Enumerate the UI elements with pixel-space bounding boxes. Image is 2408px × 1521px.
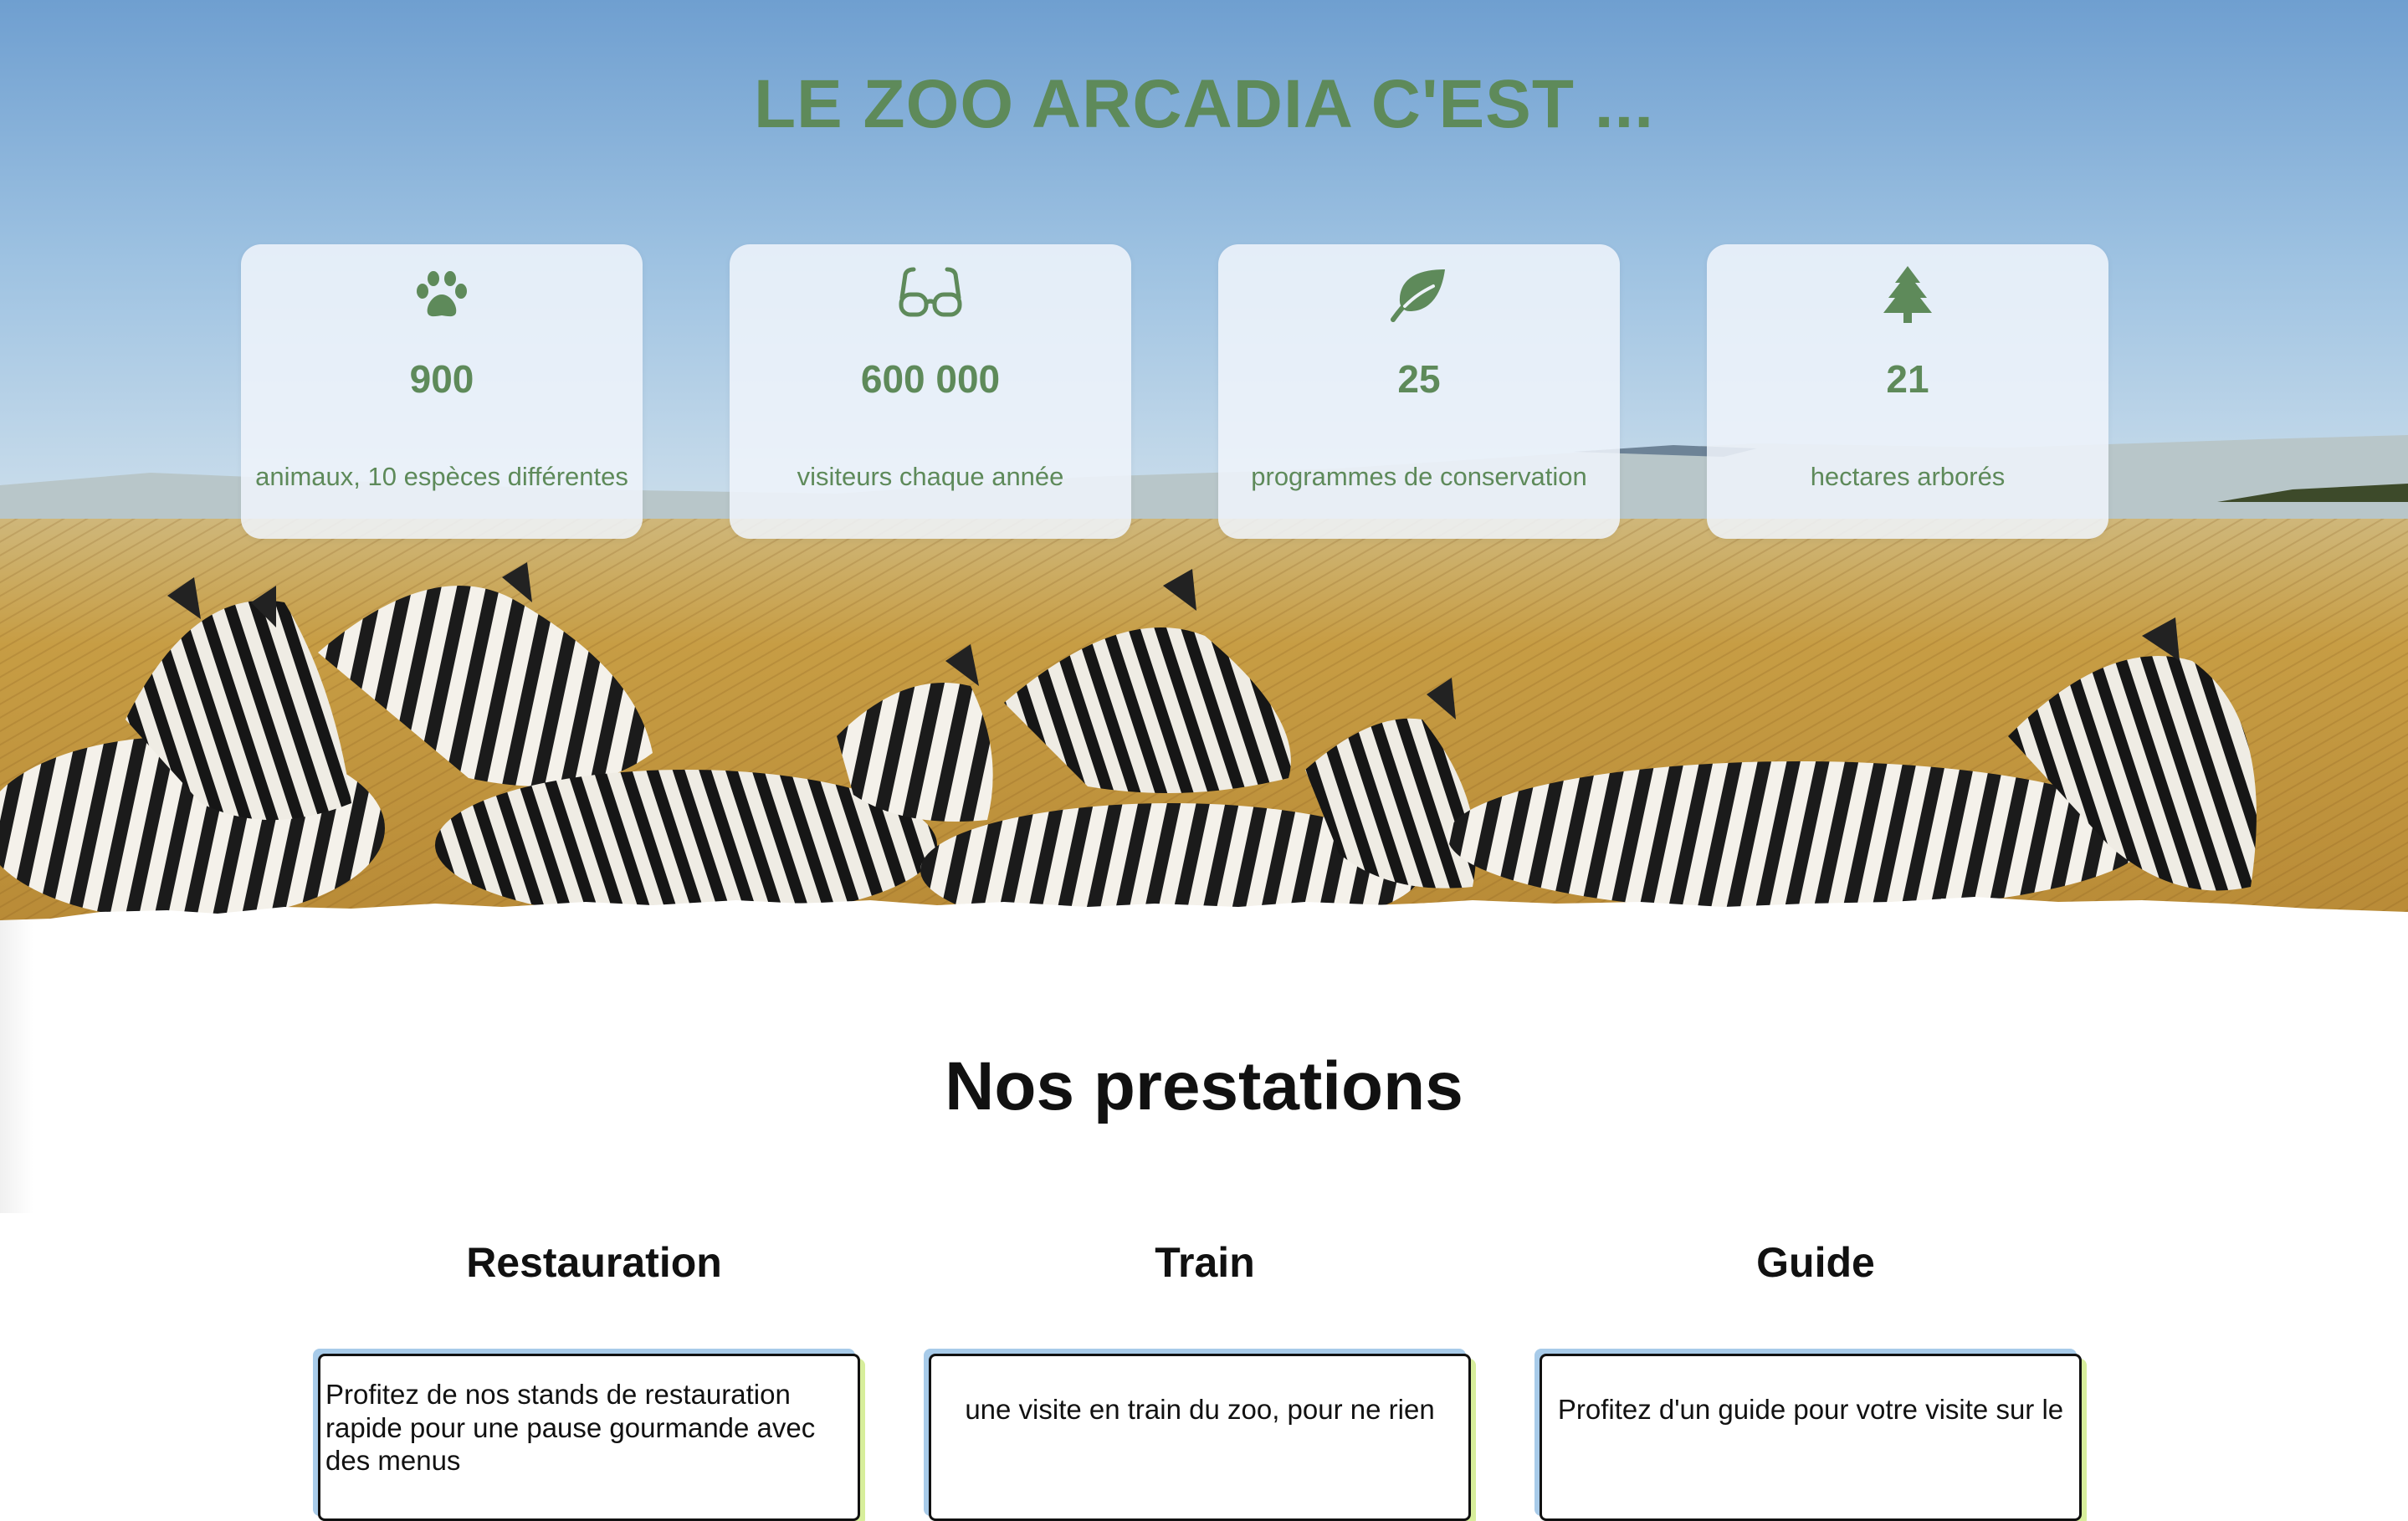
glasses-icon: [730, 264, 1131, 326]
torn-paper-edge: [0, 897, 2408, 937]
stat-card-conservation: 25 programmes de conservation: [1218, 244, 1620, 539]
service-restauration: Restauration Profitez de nos stands de r…: [318, 1238, 870, 1521]
stat-value: 21: [1886, 357, 1929, 401]
stat-card-animals: 900 animaux, 10 espèces différentes: [241, 244, 643, 539]
stat-value: 900: [409, 357, 474, 401]
hero-section: LE ZOO ARCADIA C'EST ... 900 animaux, 10…: [0, 0, 2408, 937]
service-name: Guide: [1756, 1239, 1875, 1286]
service-card[interactable]: Profitez de nos stands de restauration r…: [318, 1354, 860, 1521]
leaf-icon: [1218, 264, 1620, 326]
service-card[interactable]: Profitez d'un guide pour votre visite su…: [1540, 1354, 2082, 1521]
stat-label: visiteurs chaque année: [797, 462, 1064, 491]
service-card[interactable]: une visite en train du zoo, pour ne rien: [929, 1354, 1471, 1521]
stat-label: hectares arborés: [1810, 462, 2006, 491]
stat-card-visitors: 600 000 visiteurs chaque année: [730, 244, 1131, 539]
hero-title: LE ZOO ARCADIA C'EST ...: [753, 66, 1655, 142]
service-description: Profitez de nos stands de restauration r…: [325, 1379, 816, 1477]
stat-label: animaux, 10 espèces différentes: [255, 462, 628, 491]
stat-label: programmes de conservation: [1251, 462, 1587, 491]
service-name: Train: [1155, 1239, 1255, 1286]
stat-value: 600 000: [860, 357, 1001, 401]
paw-icon: [241, 264, 643, 326]
stat-card-hectares: 21 hectares arborés: [1707, 244, 2108, 539]
service-name: Restauration: [466, 1239, 722, 1286]
tree-icon: [1707, 264, 2108, 326]
service-description: Profitez d'un guide pour votre visite su…: [1557, 1394, 2064, 1425]
service-description: une visite en train du zoo, pour ne rien: [965, 1394, 1435, 1425]
service-guide: Guide Profitez d'un guide pour votre vis…: [1540, 1238, 2092, 1521]
stat-value: 25: [1397, 357, 1441, 401]
service-train: Train une visite en train du zoo, pour n…: [929, 1238, 1481, 1521]
services-title: Nos prestations: [945, 1048, 1463, 1124]
